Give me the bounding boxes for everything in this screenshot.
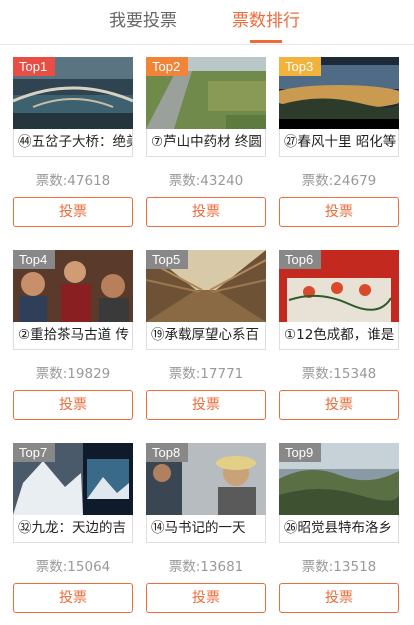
rank-badge: Top8 <box>146 443 189 462</box>
rank-badge: Top1 <box>13 57 56 76</box>
ranking-card-9[interactable]: Top9 ㉖昭觉县特布洛乡 票数:13518 投票 <box>279 443 399 613</box>
rank-badge: Top5 <box>146 250 189 269</box>
ranking-card-3[interactable]: Top3 ㉗春风十里 昭化等 票数:24679 投票 <box>279 57 399 227</box>
tab-vote[interactable]: 我要投票 <box>109 6 177 31</box>
vote-button[interactable]: 投票 <box>279 197 399 227</box>
active-tab-indicator <box>250 40 282 43</box>
video-title: ㉗春风十里 昭化等 <box>279 129 399 157</box>
vote-count: 票数:15064 <box>35 559 111 575</box>
vote-button[interactable]: 投票 <box>13 197 133 227</box>
video-thumbnail[interactable]: Top6 <box>279 250 399 322</box>
vote-button[interactable]: 投票 <box>146 197 266 227</box>
rank-badge: Top9 <box>279 443 322 462</box>
video-title: ㉜九龙：天边的吉 <box>13 515 133 543</box>
video-thumbnail[interactable]: Top4 <box>13 250 133 322</box>
vote-button[interactable]: 投票 <box>279 390 399 420</box>
vote-count: 票数:47618 <box>35 173 111 189</box>
video-thumbnail[interactable]: Top5 <box>146 250 266 322</box>
video-thumbnail[interactable]: Top1 <box>13 57 133 129</box>
rank-badge: Top7 <box>13 443 56 462</box>
vote-count: 票数:13518 <box>301 559 377 575</box>
video-thumbnail[interactable]: Top2 <box>146 57 266 129</box>
tab-ranking[interactable]: 票数排行 <box>232 6 300 31</box>
rank-badge: Top3 <box>279 57 322 76</box>
vote-button[interactable]: 投票 <box>279 583 399 613</box>
vote-count: 票数:19829 <box>35 366 111 382</box>
rank-badge: Top4 <box>13 250 56 269</box>
ranking-card-5[interactable]: Top5 ⑲承载厚望心系百 票数:17771 投票 <box>146 250 266 420</box>
video-title: ㊹五岔子大桥：绝美 <box>13 129 133 157</box>
video-title: ⑦芦山中药材 终圆 <box>146 129 266 157</box>
video-thumbnail[interactable]: Top8 <box>146 443 266 515</box>
rank-badge: Top2 <box>146 57 189 76</box>
vote-button[interactable]: 投票 <box>13 390 133 420</box>
video-thumbnail[interactable]: Top7 <box>13 443 133 515</box>
rank-badge: Top6 <box>279 250 322 269</box>
vote-count: 票数:17771 <box>168 366 244 382</box>
video-title: ①12色成都，谁是 <box>279 322 399 350</box>
ranking-card-2[interactable]: Top2 ⑦芦山中药材 终圆 票数:43240 投票 <box>146 57 266 227</box>
ranking-card-1[interactable]: Top1 ㊹五岔子大桥：绝美 票数:47618 投票 <box>13 57 133 227</box>
vote-count: 票数:43240 <box>168 173 244 189</box>
video-title: ②重拾茶马古道 传 <box>13 322 133 350</box>
video-thumbnail[interactable]: Top9 <box>279 443 399 515</box>
video-title: ⑭马书记的一天 <box>146 515 266 543</box>
vote-count: 票数:15348 <box>301 366 377 382</box>
vote-button[interactable]: 投票 <box>13 583 133 613</box>
ranking-card-6[interactable]: Top6 ①12色成都，谁是 票数:15348 投票 <box>279 250 399 420</box>
tab-bar: 我要投票 票数排行 <box>0 0 414 45</box>
vote-button[interactable]: 投票 <box>146 583 266 613</box>
ranking-card-7[interactable]: Top7 ㉜九龙：天边的吉 票数:15064 投票 <box>13 443 133 613</box>
video-thumbnail[interactable]: Top3 <box>279 57 399 129</box>
video-title: ㉖昭觉县特布洛乡 <box>279 515 399 543</box>
ranking-card-8[interactable]: Top8 ⑭马书记的一天 票数:13681 投票 <box>146 443 266 613</box>
vote-button[interactable]: 投票 <box>146 390 266 420</box>
vote-count: 票数:24679 <box>301 173 377 189</box>
vote-count: 票数:13681 <box>168 559 244 575</box>
ranking-card-4[interactable]: Top4 ②重拾茶马古道 传 票数:19829 投票 <box>13 250 133 420</box>
video-title: ⑲承载厚望心系百 <box>146 322 266 350</box>
